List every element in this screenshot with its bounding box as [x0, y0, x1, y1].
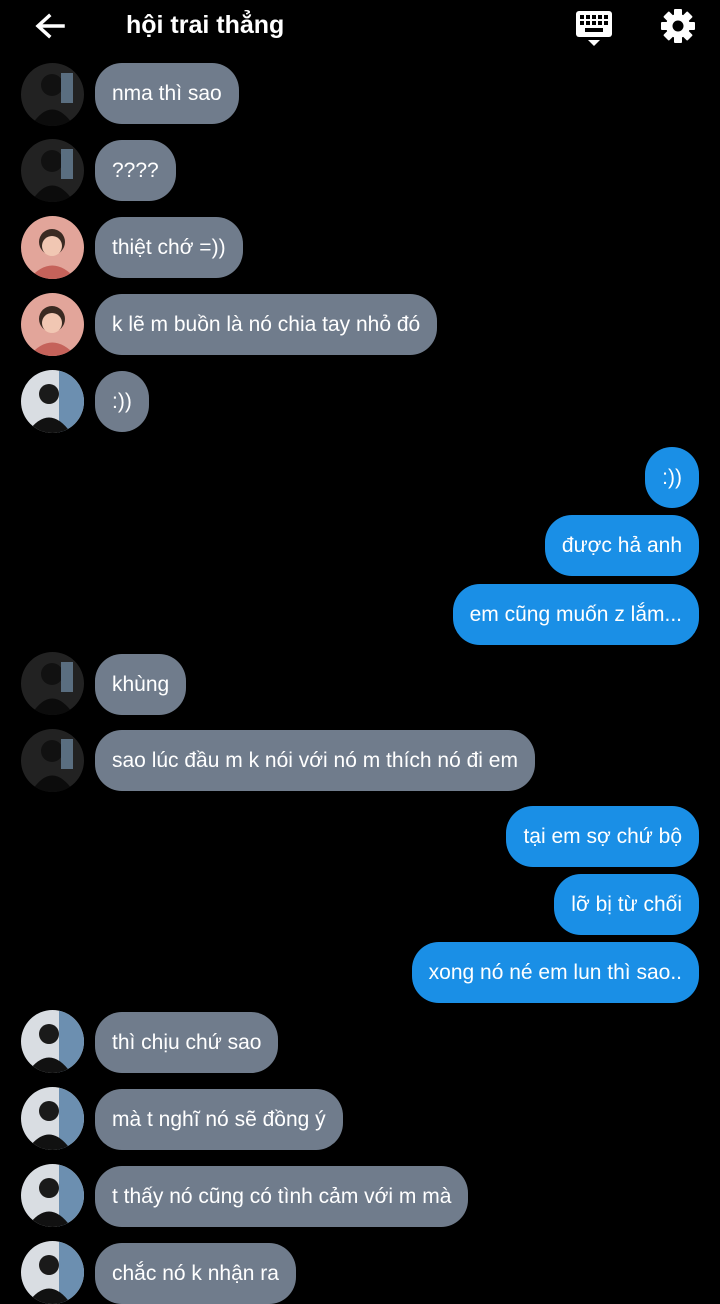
- chat-header: hội trai thẳng: [0, 0, 720, 62]
- message-bubble[interactable]: :)): [95, 371, 149, 432]
- chat-title: hội trai thẳng: [126, 11, 285, 39]
- keyboard-icon: [576, 11, 612, 46]
- avatar[interactable]: [21, 1241, 84, 1304]
- message-bubble[interactable]: sao lúc đầu m k nói với nó m thích nó đi…: [95, 730, 535, 791]
- message-bubble[interactable]: xong nó né em lun thì sao..: [411, 942, 699, 1003]
- message-bubble[interactable]: thiệt chớ =)): [95, 217, 243, 278]
- avatar[interactable]: [21, 1087, 84, 1150]
- message-bubble[interactable]: nma thì sao: [95, 63, 239, 124]
- message-bubble[interactable]: :)): [645, 447, 699, 508]
- keyboard-button[interactable]: [574, 8, 614, 48]
- avatar[interactable]: [21, 652, 84, 715]
- back-button[interactable]: [30, 8, 70, 48]
- message-bubble[interactable]: em cũng muốn z lắm...: [452, 584, 699, 645]
- message-bubble[interactable]: tại em sợ chứ bộ: [506, 806, 699, 867]
- gear-icon: [661, 9, 695, 43]
- message-bubble[interactable]: khùng: [95, 654, 187, 715]
- arrow-left-icon: [35, 13, 65, 39]
- avatar[interactable]: [21, 139, 84, 202]
- avatar[interactable]: [21, 63, 84, 126]
- message-bubble[interactable]: t thấy nó cũng có tình cảm với m mà: [95, 1166, 469, 1227]
- message-bubble[interactable]: lỡ bị từ chối: [554, 874, 699, 935]
- message-bubble[interactable]: thì chịu chứ sao: [95, 1012, 279, 1073]
- message-bubble[interactable]: k lẽ m buồn là nó chia tay nhỏ đó: [95, 294, 438, 355]
- avatar[interactable]: [21, 216, 84, 279]
- avatar[interactable]: [21, 293, 84, 356]
- message-bubble[interactable]: chắc nó k nhận ra: [95, 1243, 296, 1304]
- message-bubble[interactable]: mà t nghĩ nó sẽ đồng ý: [95, 1089, 343, 1150]
- avatar[interactable]: [21, 729, 84, 792]
- avatar[interactable]: [21, 370, 84, 433]
- avatar[interactable]: [21, 1164, 84, 1227]
- avatar[interactable]: [21, 1010, 84, 1073]
- message-bubble[interactable]: được hả anh: [544, 515, 699, 576]
- settings-button[interactable]: [658, 6, 698, 46]
- message-bubble[interactable]: ????: [95, 140, 176, 201]
